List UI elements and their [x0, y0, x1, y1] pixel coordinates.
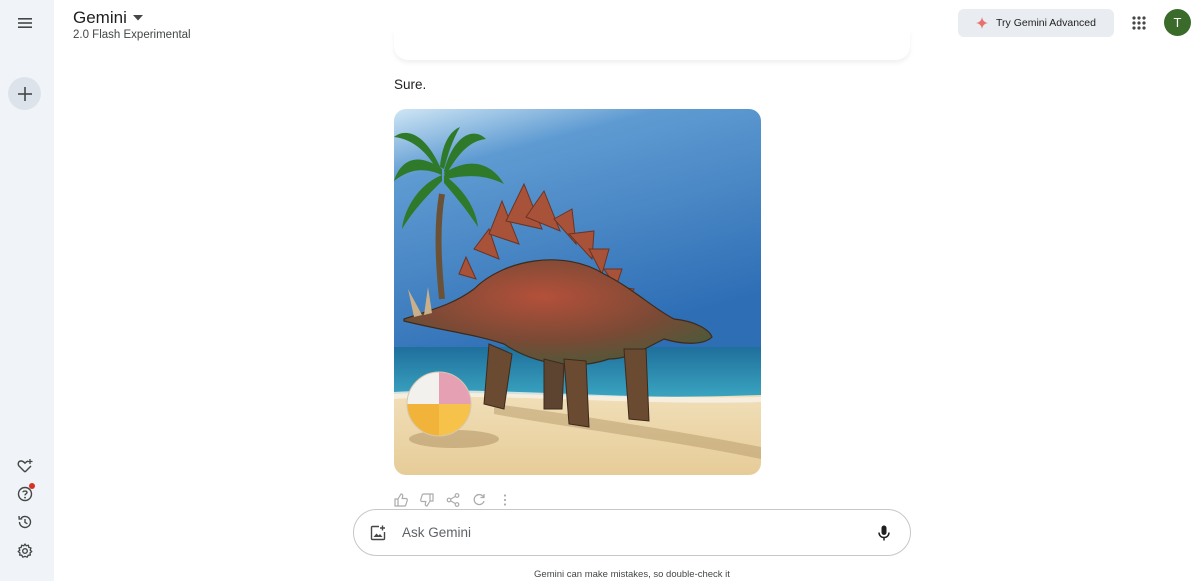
gear-icon [17, 543, 33, 558]
gem-manager-button[interactable] [14, 455, 36, 477]
thumb-up-button[interactable] [393, 492, 409, 508]
share-button[interactable] [445, 492, 461, 508]
sparkle-icon [976, 17, 988, 29]
menu-icon [18, 18, 32, 28]
activity-button[interactable] [14, 511, 36, 533]
apps-grid-icon [1132, 16, 1146, 30]
new-chat-button[interactable] [8, 77, 41, 110]
microphone-button[interactable] [874, 523, 894, 543]
prompt-input[interactable] [402, 517, 874, 548]
thumb-down-button[interactable] [419, 492, 435, 508]
google-apps-button[interactable] [1128, 12, 1150, 34]
notification-dot [29, 483, 35, 489]
regenerate-button[interactable] [471, 492, 487, 508]
side-rail [0, 0, 54, 581]
model-selector[interactable]: Gemini [73, 8, 143, 28]
more-options-button[interactable] [497, 492, 513, 508]
plus-icon [17, 86, 32, 101]
thumb-down-icon [420, 493, 434, 507]
disclaimer-text: Gemini can make mistakes, so double-chec… [534, 569, 730, 580]
stegosaurus-beach-image [394, 109, 761, 475]
response-actions [393, 492, 513, 508]
previous-message-bubble [394, 30, 910, 60]
regenerate-icon [473, 493, 485, 506]
try-gemini-advanced-label: Try Gemini Advanced [996, 17, 1096, 29]
settings-button[interactable] [14, 540, 36, 562]
add-image-icon [370, 525, 386, 540]
upload-image-button[interactable] [368, 523, 388, 543]
prompt-box [353, 509, 911, 556]
share-icon [446, 493, 460, 507]
try-gemini-advanced-button[interactable]: Try Gemini Advanced [958, 9, 1114, 37]
history-icon [18, 515, 32, 529]
generated-image[interactable] [394, 109, 761, 475]
response-text: Sure. [394, 77, 427, 92]
caret-down-icon [132, 15, 143, 21]
app-title: Gemini [73, 8, 127, 27]
thumb-up-icon [394, 493, 408, 507]
help-button[interactable] [14, 483, 36, 505]
model-name: 2.0 Flash Experimental [73, 29, 191, 41]
more-vert-icon [503, 494, 507, 506]
menu-button[interactable] [12, 10, 38, 36]
account-avatar[interactable]: T [1164, 9, 1191, 36]
mic-icon [878, 525, 890, 540]
gem-manager-icon [17, 459, 33, 473]
